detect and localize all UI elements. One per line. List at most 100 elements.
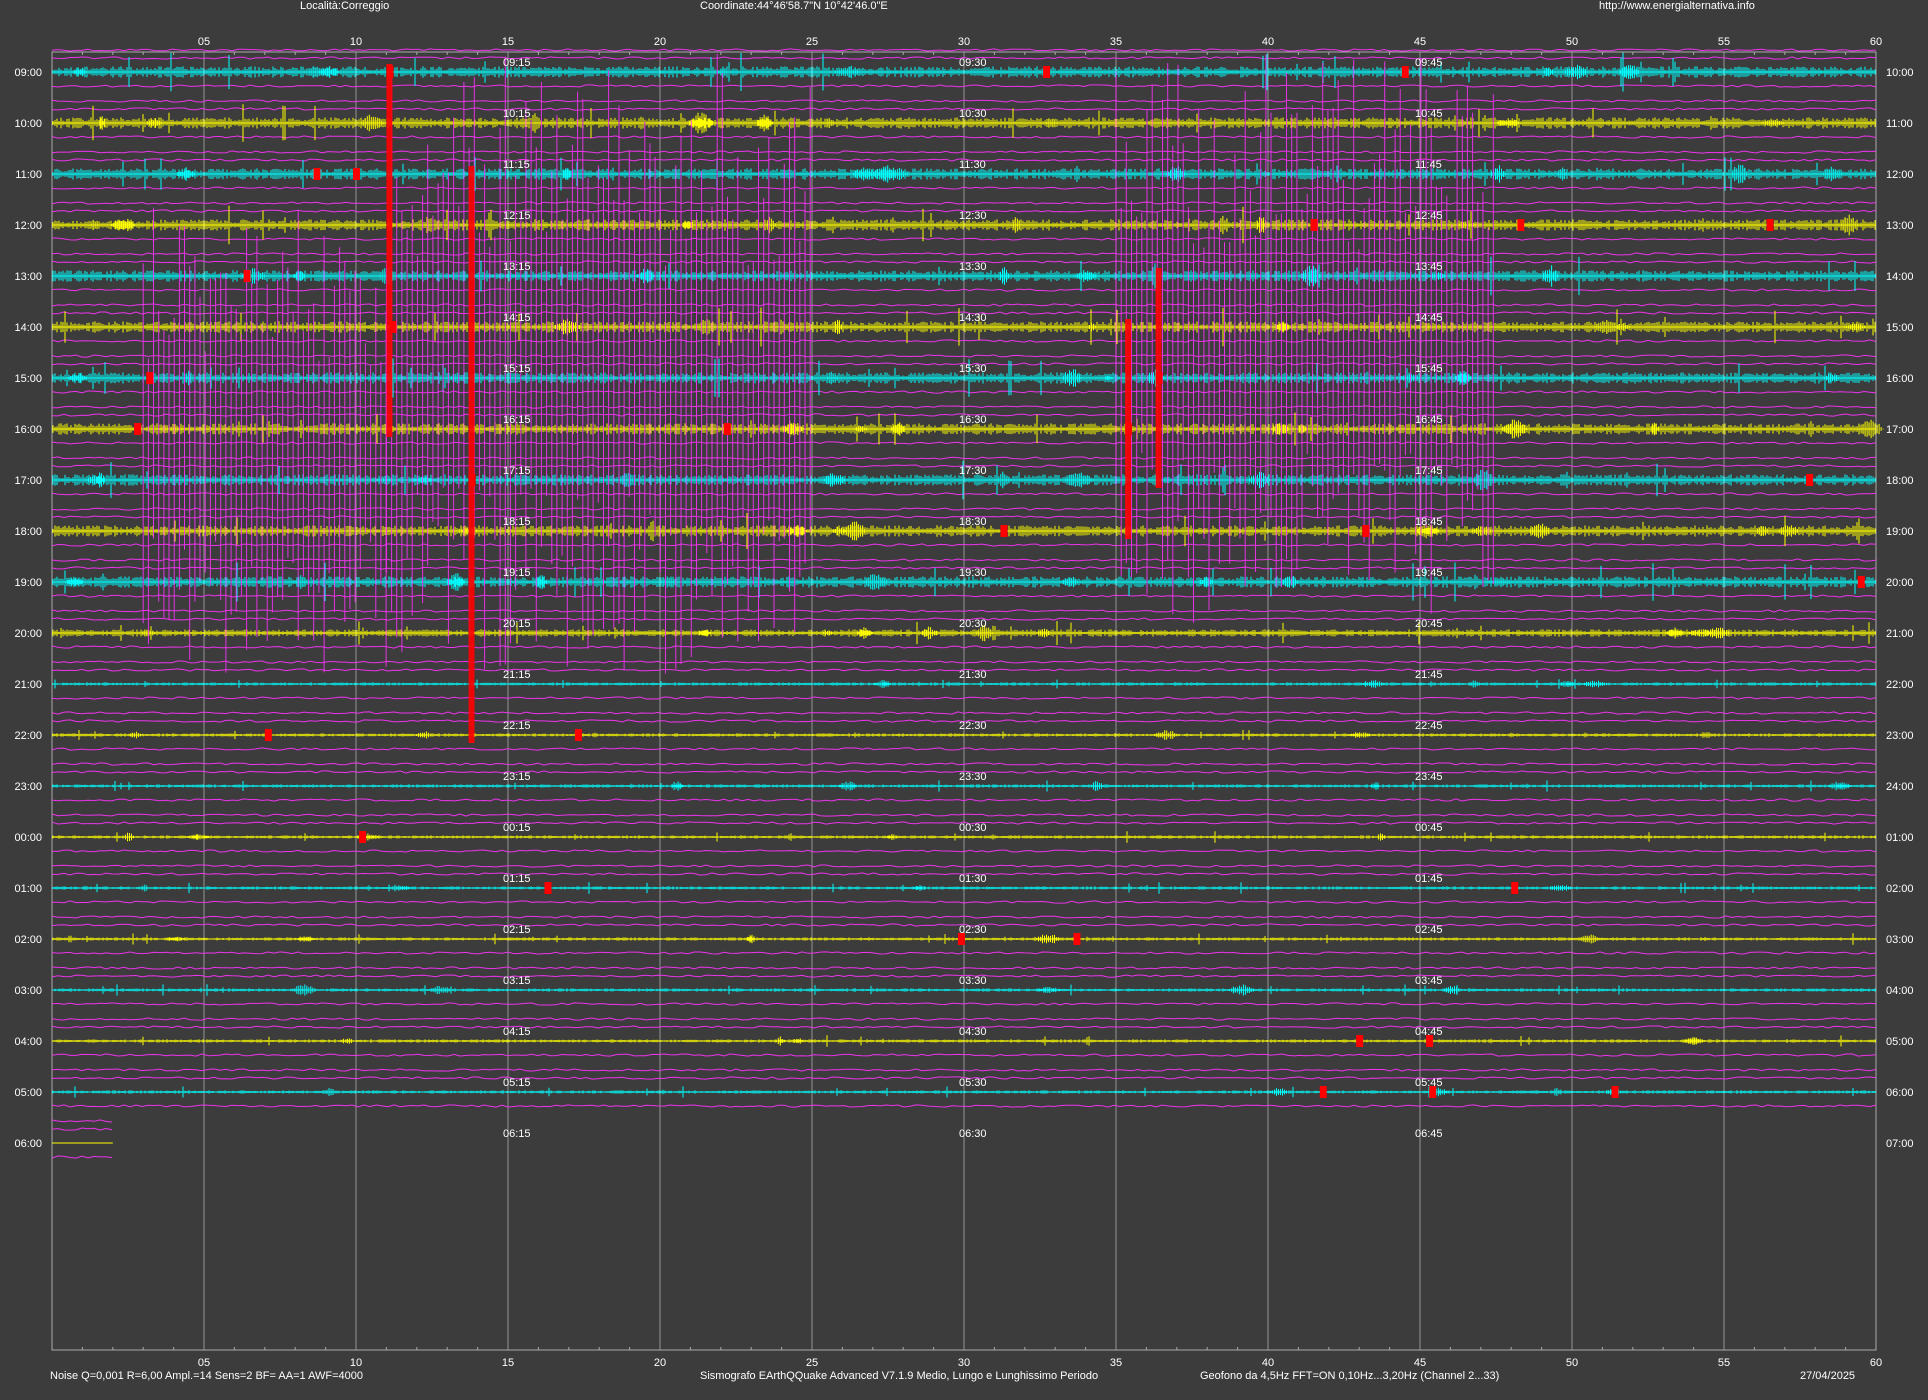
- row-time-left: 02:00: [14, 934, 42, 946]
- quarter-time-label: 06:15: [503, 1128, 531, 1140]
- quarter-time-label: 12:15: [503, 210, 531, 222]
- quarter-time-label: 06:45: [1415, 1128, 1443, 1140]
- row-time-right: 02:00: [1886, 883, 1914, 895]
- x-tick-label-bottom: 10: [350, 1357, 362, 1369]
- quarter-time-label: 18:15: [503, 516, 531, 528]
- quarter-time-label: 02:30: [959, 924, 987, 936]
- event-marker: [1000, 525, 1008, 537]
- quarter-time-label: 05:45: [1415, 1077, 1443, 1089]
- event-streak: [1125, 319, 1132, 539]
- quarter-time-label: 00:30: [959, 822, 987, 834]
- quarter-time-label: 16:30: [959, 414, 987, 426]
- quarter-time-label: 05:15: [503, 1077, 531, 1089]
- quarter-time-label: 09:30: [959, 57, 987, 69]
- event-marker: [1857, 576, 1865, 588]
- quarter-time-label: 09:45: [1415, 57, 1443, 69]
- quarter-time-label: 03:30: [959, 975, 987, 987]
- quarter-time-label: 04:30: [959, 1026, 987, 1038]
- quarter-time-label: 02:45: [1415, 924, 1443, 936]
- quarter-time-label: 15:45: [1415, 363, 1443, 375]
- row-time-left: 15:00: [14, 373, 42, 385]
- quarter-time-label: 15:30: [959, 363, 987, 375]
- row-time-left: 13:00: [14, 271, 42, 283]
- quarter-time-label: 11:45: [1415, 159, 1442, 171]
- event-marker: [1401, 66, 1409, 78]
- row-time-left: 14:00: [14, 322, 42, 334]
- row-time-left: 06:00: [14, 1138, 42, 1150]
- row-time-left: 20:00: [14, 628, 42, 640]
- quarter-time-label: 03:45: [1415, 975, 1443, 987]
- quarter-time-label: 14:15: [503, 312, 531, 324]
- event-marker: [359, 831, 367, 843]
- event-streak: [386, 64, 393, 437]
- row-time-left: 23:00: [14, 781, 42, 793]
- filtered-band-line: [51, 1119, 113, 1123]
- event-marker: [1511, 882, 1519, 894]
- quarter-time-label: 06:30: [959, 1128, 987, 1140]
- quarter-time-label: 05:30: [959, 1077, 987, 1089]
- x-tick-label-top: 45: [1414, 36, 1426, 48]
- quarter-time-label: 16:15: [503, 414, 531, 426]
- quarter-time-label: 00:45: [1415, 822, 1443, 834]
- x-tick-label-bottom: 50: [1566, 1357, 1578, 1369]
- event-marker: [1073, 933, 1081, 945]
- x-tick-label-bottom: 40: [1262, 1357, 1274, 1369]
- x-tick-label-bottom: 25: [806, 1357, 818, 1369]
- quarter-time-label: 21:15: [503, 669, 531, 681]
- row-time-right: 06:00: [1886, 1087, 1914, 1099]
- row-time-right: 19:00: [1886, 526, 1914, 538]
- quarter-time-label: 21:30: [959, 669, 987, 681]
- row-time-right: 18:00: [1886, 475, 1914, 487]
- quarter-time-label: 15:15: [503, 363, 531, 375]
- quarter-time-label: 17:45: [1415, 465, 1443, 477]
- quarter-time-label: 16:45: [1415, 414, 1443, 426]
- event-marker: [243, 270, 251, 282]
- x-tick-label-bottom: 05: [198, 1357, 210, 1369]
- quarter-time-label: 10:30: [959, 108, 987, 120]
- row-time-right: 23:00: [1886, 730, 1914, 742]
- row-time-right: 04:00: [1886, 985, 1914, 997]
- row-time-left: 19:00: [14, 577, 42, 589]
- event-marker: [1310, 219, 1318, 231]
- row-time-right: 22:00: [1886, 679, 1914, 691]
- row-time-right: 03:00: [1886, 934, 1914, 946]
- row-time-right: 14:00: [1886, 271, 1914, 283]
- quarter-time-label: 04:45: [1415, 1026, 1443, 1038]
- quarter-time-label: 11:15: [503, 159, 530, 171]
- row-time-right: 21:00: [1886, 628, 1914, 640]
- quarter-time-label: 11:30: [959, 159, 986, 171]
- row-time-right: 05:00: [1886, 1036, 1914, 1048]
- row-time-left: 09:00: [14, 67, 42, 79]
- row-time-left: 21:00: [14, 679, 42, 691]
- x-tick-label-top: 15: [502, 36, 514, 48]
- quarter-time-label: 19:15: [503, 567, 531, 579]
- quarter-time-label: 22:30: [959, 720, 987, 732]
- event-marker: [544, 882, 552, 894]
- event-marker: [146, 372, 154, 384]
- x-tick-label-top: 20: [654, 36, 666, 48]
- row-time-left: 01:00: [14, 883, 42, 895]
- quarter-time-label: 18:45: [1415, 516, 1443, 528]
- sensor-label: Geofono da 4,5Hz FFT=ON 0,10Hz...3,20Hz …: [1200, 1370, 1500, 1382]
- filtered-band-line: [51, 48, 1877, 52]
- x-tick-label-top: 35: [1110, 36, 1122, 48]
- quarter-time-label: 23:45: [1415, 771, 1443, 783]
- x-tick-label-bottom: 30: [958, 1357, 970, 1369]
- x-tick-label-top: 60: [1870, 36, 1882, 48]
- row-time-right: 01:00: [1886, 832, 1914, 844]
- row-time-right: 10:00: [1886, 67, 1914, 79]
- event-streak: [1155, 268, 1162, 488]
- x-tick-label-top: 30: [958, 36, 970, 48]
- row-time-right: 24:00: [1886, 781, 1914, 793]
- long-period-burst: [1115, 54, 1494, 623]
- x-tick-label-bottom: 60: [1870, 1357, 1882, 1369]
- row-time-right: 17:00: [1886, 424, 1914, 436]
- seismogram-chart: 05 05 10 10 15 15 20 20 25 25 30 30 35 35 40 40 45 45 50 50…: [14, 36, 1914, 1369]
- event-marker: [1356, 1035, 1364, 1047]
- event-marker: [574, 729, 582, 741]
- quarter-time-label: 23:15: [503, 771, 531, 783]
- quarter-time-label: 19:45: [1415, 567, 1443, 579]
- quarter-time-label: 14:30: [959, 312, 987, 324]
- quarter-time-label: 12:30: [959, 210, 987, 222]
- quarter-time-label: 20:45: [1415, 618, 1443, 630]
